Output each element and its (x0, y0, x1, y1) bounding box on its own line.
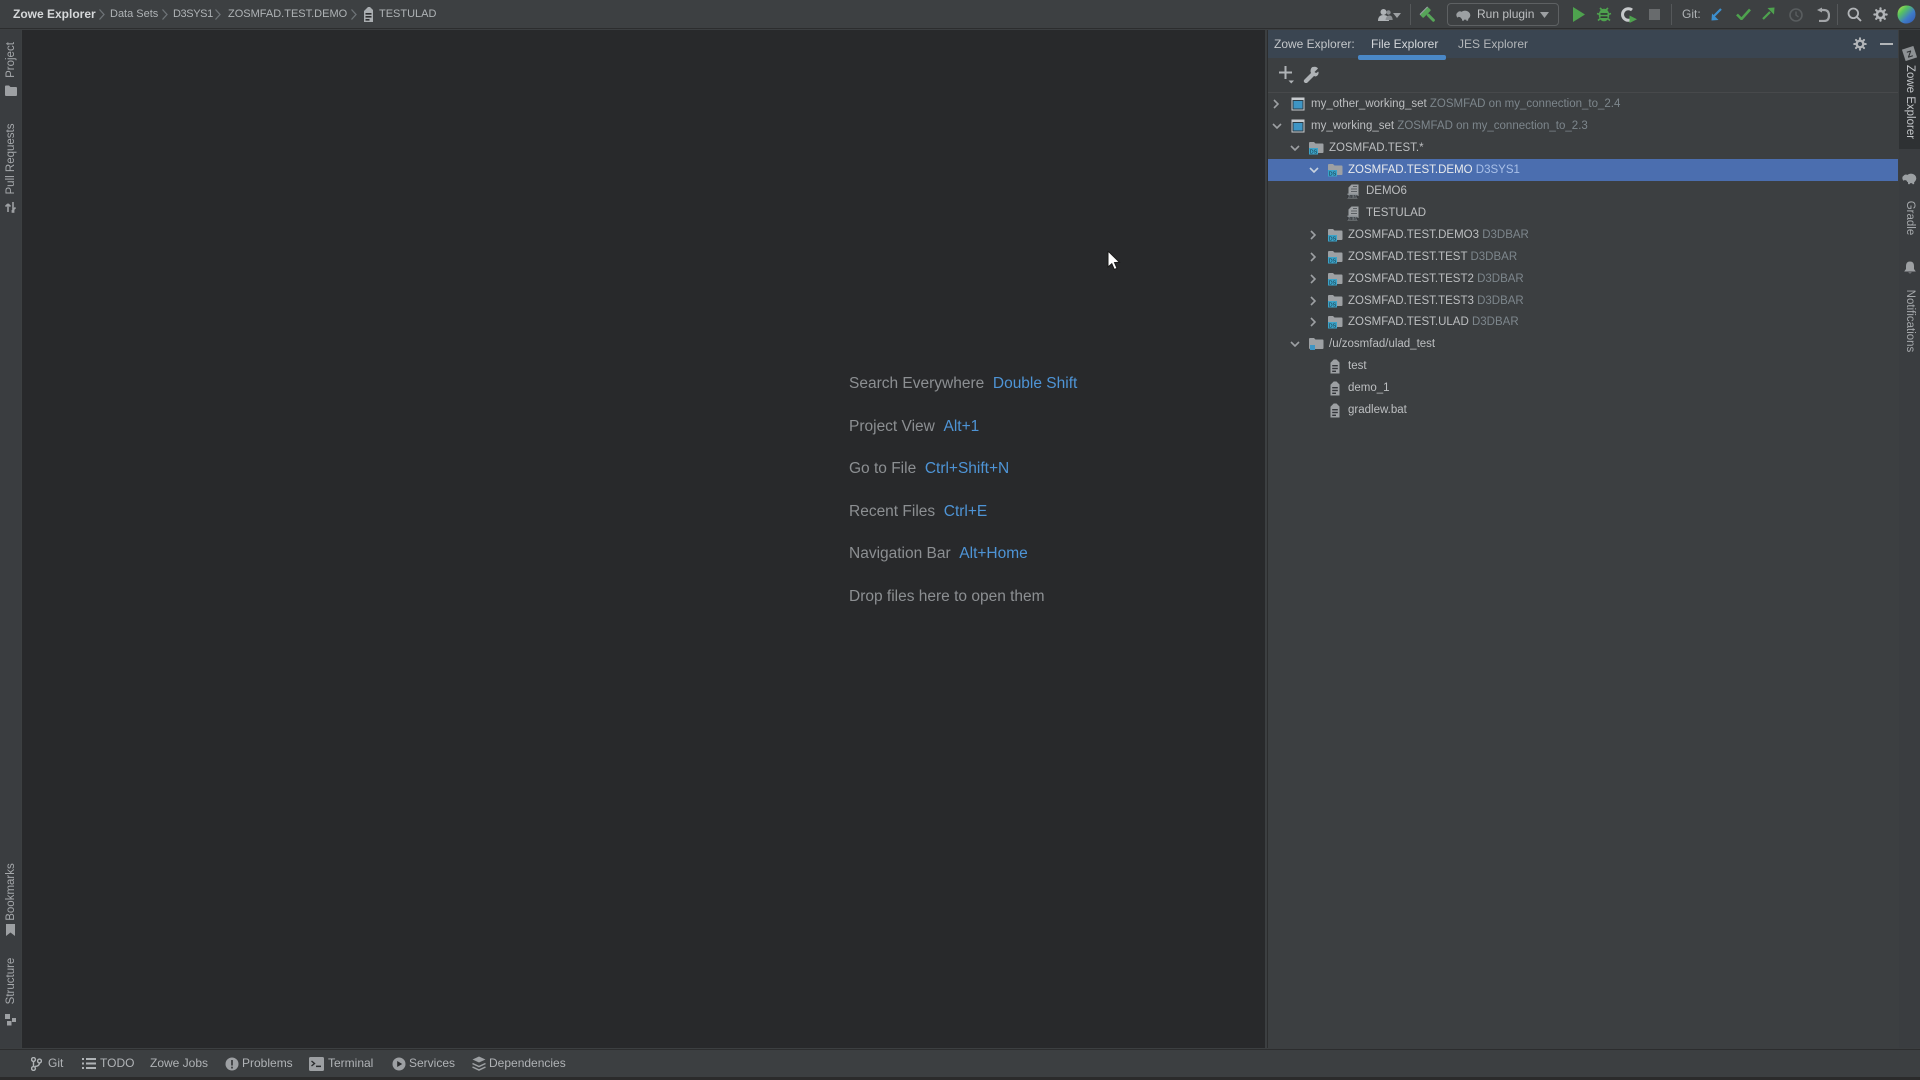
svg-text:MEM: MEM (1347, 216, 1358, 221)
svg-text:DS: DS (1329, 303, 1337, 308)
svg-text:DS: DS (1329, 172, 1337, 177)
svg-text:DS: DS (1329, 237, 1337, 242)
svg-text:DS: DS (1329, 259, 1337, 264)
svg-text:DS: DS (1329, 281, 1337, 286)
svg-text:DS: DS (1329, 324, 1337, 329)
svg-text:DS: DS (1310, 150, 1318, 155)
svg-text:MEM: MEM (1347, 194, 1358, 199)
